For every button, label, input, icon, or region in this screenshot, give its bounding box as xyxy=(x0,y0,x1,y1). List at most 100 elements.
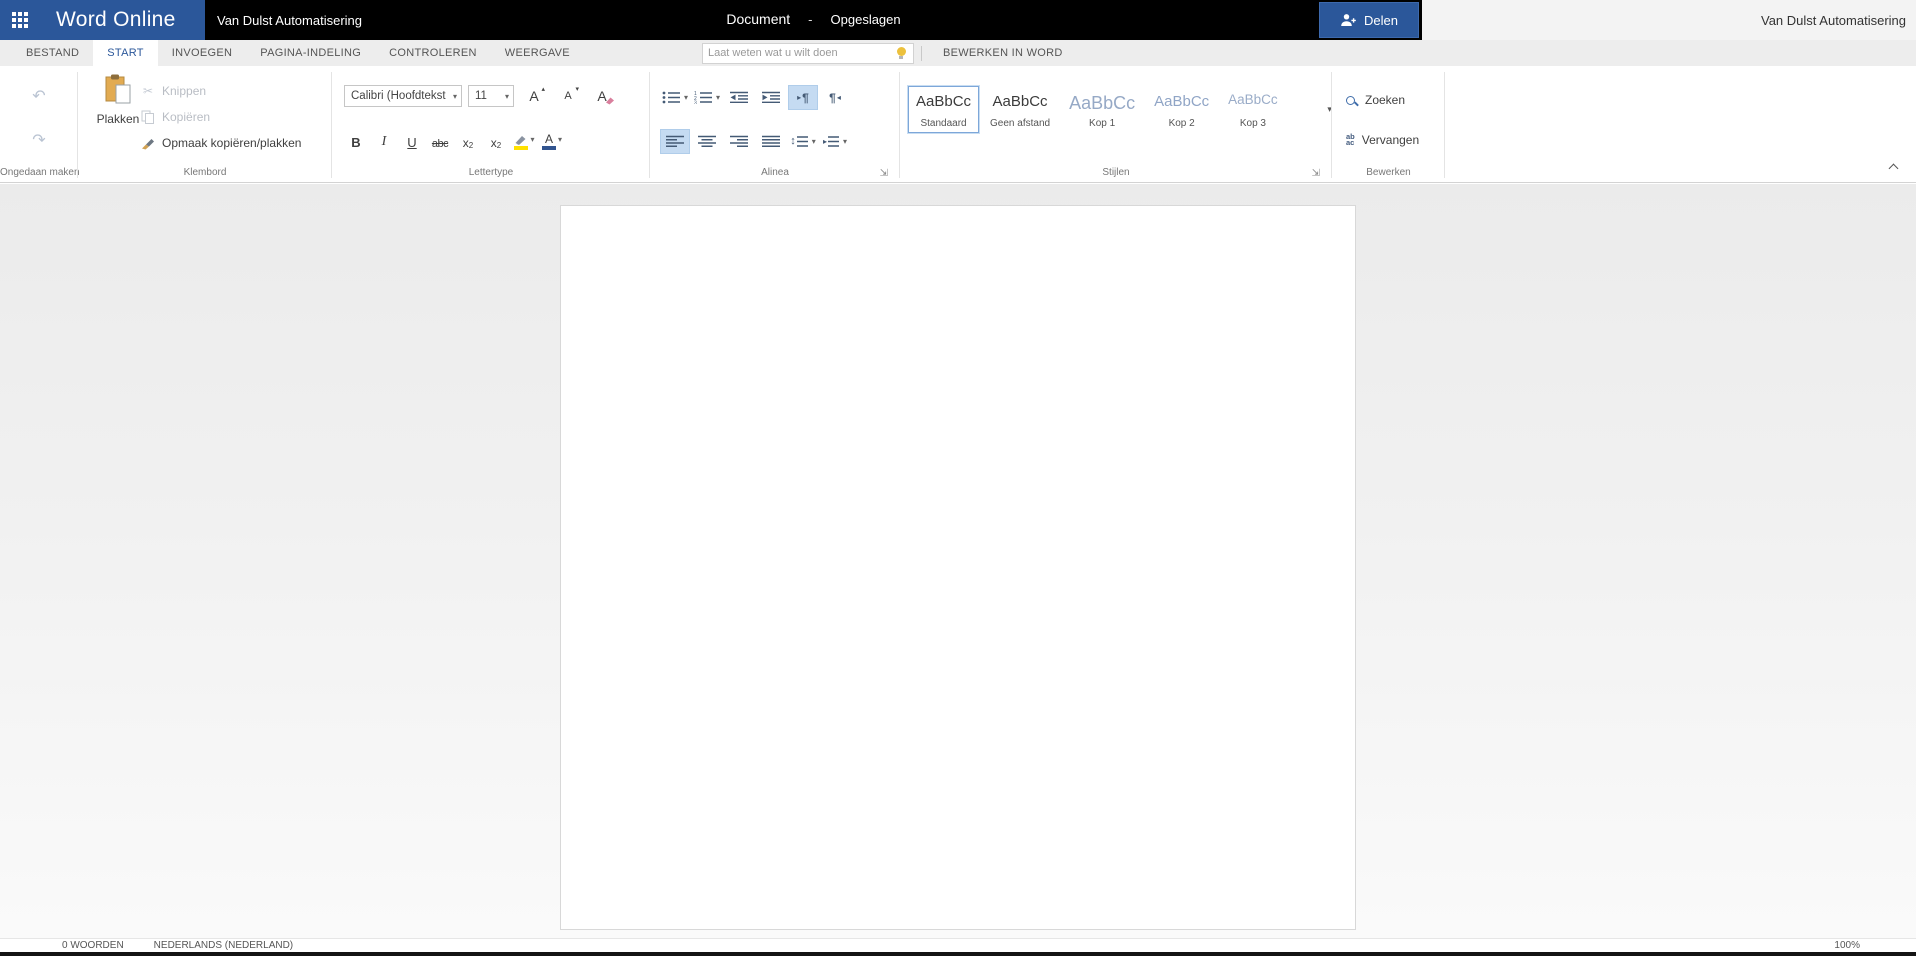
tell-me-input[interactable] xyxy=(707,47,897,59)
clipboard-icon xyxy=(105,74,132,105)
share-button[interactable]: Delen xyxy=(1319,2,1419,38)
tab-controleren[interactable]: CONTROLEREN xyxy=(375,40,491,66)
line-spacing-button[interactable]: ↕ ▾ xyxy=(788,129,818,154)
tab-bewerken-in-word[interactable]: BEWERKEN IN WORD xyxy=(929,40,1077,66)
copy-button[interactable]: Kopiëren xyxy=(140,104,301,130)
rtl-arrow-icon: ◂ xyxy=(836,92,841,102)
styles-dialog-launcher[interactable]: ⇲ xyxy=(1312,169,1320,179)
align-left-icon xyxy=(665,135,685,148)
replace-label: Vervangen xyxy=(1361,133,1420,147)
ribbon-tab-row: BESTAND START INVOEGEN PAGINA-INDELING C… xyxy=(0,40,1916,66)
tab-bestand[interactable]: BESTAND xyxy=(12,40,93,66)
redo-button[interactable]: ↷ xyxy=(25,128,53,152)
clear-formatting-button[interactable]: A xyxy=(588,85,616,107)
format-painter-label: Opmaak kopiëren/plakken xyxy=(162,136,302,150)
justify-button[interactable] xyxy=(756,129,786,154)
align-right-button[interactable] xyxy=(724,129,754,154)
group-lettertype: Calibri (Hoofdtekst ▾ 11 ▾ A ▴ A ▾ A B I… xyxy=(332,66,650,182)
paragraph-row-2: ↕ ▾ ▸ ▾ xyxy=(660,129,850,154)
font-row-1: Calibri (Hoofdtekst ▾ 11 ▾ A ▴ A ▾ A xyxy=(344,85,616,107)
chevron-down-icon: ▾ xyxy=(530,135,535,144)
chevron-up-icon xyxy=(1888,163,1898,174)
italic-button[interactable]: I xyxy=(370,129,398,154)
underline-button[interactable]: U xyxy=(398,129,426,154)
format-painter-button[interactable]: Opmaak kopiëren/plakken xyxy=(140,130,301,156)
paste-button[interactable]: Plakken xyxy=(88,74,148,126)
tab-divider xyxy=(920,45,922,61)
highlighter-icon xyxy=(513,135,528,150)
font-name-value: Calibri (Hoofdtekst xyxy=(351,90,446,102)
chevron-down-icon: ▾ xyxy=(843,137,848,146)
tab-start[interactable]: START xyxy=(93,40,158,66)
tab-pagina-indeling[interactable]: PAGINA-INDELING xyxy=(246,40,375,66)
word-count[interactable]: 0 WOORDEN xyxy=(62,940,124,951)
align-left-button[interactable] xyxy=(660,129,690,154)
indent-arrow-icon: ▸ xyxy=(822,136,827,146)
styles-gallery: AaBbCc Standaard AaBbCc Geen afstand AaB… xyxy=(906,84,1341,135)
bullet-list-button[interactable]: ▾ xyxy=(660,85,690,110)
collapse-ribbon-button[interactable] xyxy=(1886,162,1900,174)
find-label: Zoeken xyxy=(1365,93,1406,107)
replace-button[interactable]: ab ac Vervangen xyxy=(1346,129,1419,151)
bold-button[interactable]: B xyxy=(342,129,370,154)
app-launcher-button[interactable] xyxy=(0,0,40,40)
document-title[interactable]: Document xyxy=(726,11,790,27)
font-color-button[interactable]: A ▾ xyxy=(538,129,566,154)
title-separator: - xyxy=(808,12,813,27)
ltr-text-direction-button[interactable]: ▸ ¶ xyxy=(788,85,818,110)
align-center-button[interactable] xyxy=(692,129,722,154)
undo-button[interactable]: ↶ xyxy=(25,84,53,108)
numbered-list-icon: 123 xyxy=(694,91,713,104)
style-kop-2[interactable]: AaBbCc Kop 2 xyxy=(1146,86,1218,134)
cut-label: Knippen xyxy=(162,84,207,98)
document-page[interactable] xyxy=(560,205,1356,930)
style-kop-3[interactable]: AaBbCc Kop 3 xyxy=(1220,86,1286,134)
increase-indent-button[interactable] xyxy=(756,85,786,110)
group-bewerken: Zoeken ab ac Vervangen Bewerken xyxy=(1332,66,1445,182)
waffle-icon xyxy=(11,11,29,29)
style-geen-afstand[interactable]: AaBbCc Geen afstand xyxy=(982,86,1059,134)
copy-icon xyxy=(140,110,156,124)
app-title: Word Online xyxy=(56,8,176,31)
cut-button[interactable]: ✂ Knippen xyxy=(140,78,301,104)
shrink-font-caret-icon: ▾ xyxy=(575,86,579,93)
font-size-value: 11 xyxy=(475,90,487,102)
chevron-down-icon: ▾ xyxy=(452,91,457,101)
replace-icon: ab ac xyxy=(1346,131,1355,147)
group-label-klembord: Klembord xyxy=(183,167,227,178)
numbered-list-button[interactable]: 123 ▾ xyxy=(692,85,722,110)
subscript-button[interactable]: x2 xyxy=(454,129,482,154)
tab-weergave[interactable]: WEERGAVE xyxy=(491,40,584,66)
chevron-down-icon: ▾ xyxy=(683,93,688,102)
tab-invoegen[interactable]: INVOEGEN xyxy=(158,40,246,66)
eraser-icon xyxy=(604,96,615,105)
language-indicator[interactable]: NEDERLANDS (NEDERLAND) xyxy=(154,940,293,951)
document-canvas xyxy=(0,184,1916,938)
clipboard-commands: ✂ Knippen Kopiëren Opmaak kopiëren/plakk… xyxy=(140,78,301,156)
style-standaard[interactable]: AaBbCc Standaard xyxy=(906,84,981,135)
find-button[interactable]: Zoeken xyxy=(1346,89,1405,111)
zoom-level[interactable]: 100% xyxy=(1834,940,1860,951)
account-name[interactable]: Van Dulst Automatisering xyxy=(1761,13,1906,28)
paragraph-dialog-launcher[interactable]: ⇲ xyxy=(880,169,888,179)
title-bar: Van Dulst Automatisering Document - Opgesl… xyxy=(205,0,1422,40)
redo-icon: ↷ xyxy=(32,132,46,149)
search-icon xyxy=(1346,95,1355,105)
grow-font-button[interactable]: A ▴ xyxy=(520,85,548,107)
align-right-icon xyxy=(729,135,749,148)
strikethrough-button[interactable]: abc xyxy=(426,129,454,154)
rtl-text-direction-button[interactable]: ¶ ◂ xyxy=(820,85,850,110)
chevron-down-icon: ▾ xyxy=(504,91,509,101)
shrink-font-button[interactable]: A ▾ xyxy=(554,85,582,107)
paragraph-spacing-button[interactable]: ▸ ▾ xyxy=(820,129,850,154)
highlight-color-button[interactable]: ▾ xyxy=(510,129,538,154)
group-label-lettertype: Lettertype xyxy=(468,167,514,178)
decrease-indent-button[interactable] xyxy=(724,85,754,110)
undo-icon: ↶ xyxy=(32,88,46,105)
style-kop-1[interactable]: AaBbCc Kop 1 xyxy=(1061,86,1144,134)
font-name-combobox[interactable]: Calibri (Hoofdtekst ▾ xyxy=(344,85,462,107)
font-size-combobox[interactable]: 11 ▾ xyxy=(468,85,514,107)
group-klembord: Plakken ✂ Knippen Kopiëren Opmaak kopiër… xyxy=(78,66,332,182)
superscript-button[interactable]: x2 xyxy=(482,129,510,154)
svg-text:3: 3 xyxy=(694,101,697,105)
